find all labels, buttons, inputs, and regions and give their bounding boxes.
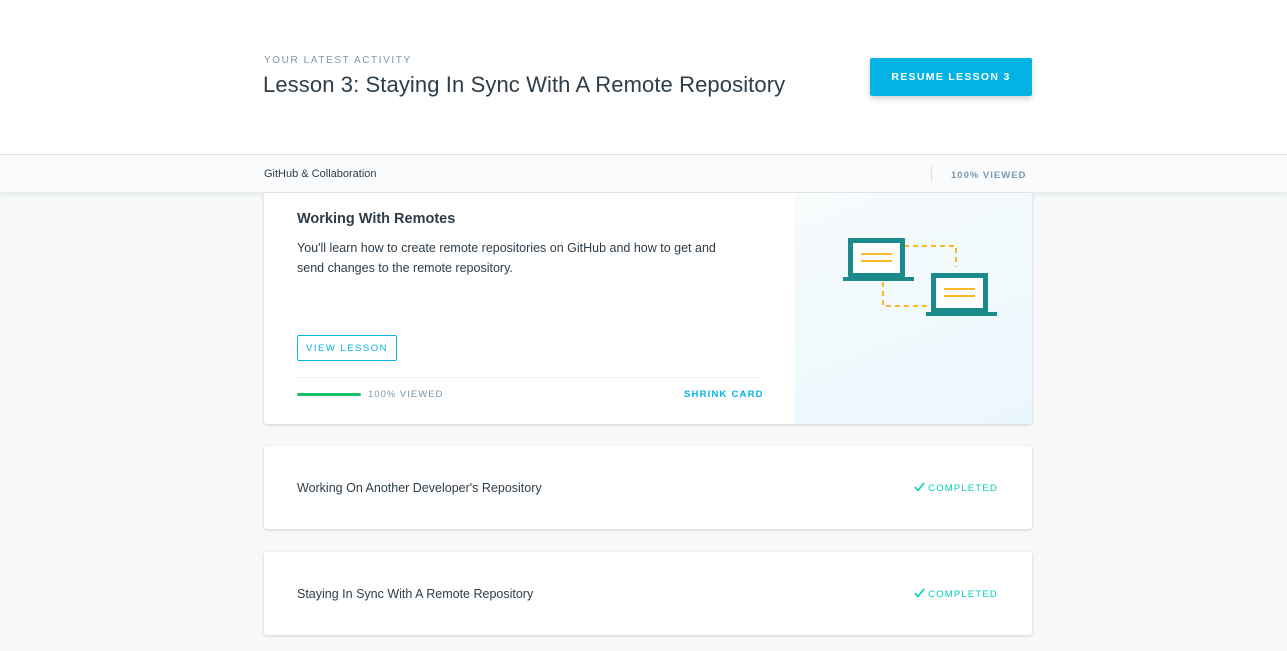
course-subbar: GitHub & Collaboration 100% Viewed <box>0 155 1287 193</box>
completed-label: Completed <box>928 589 998 600</box>
laptops-sync-icon <box>843 238 997 316</box>
view-lesson-button[interactable]: View Lesson <box>297 335 397 361</box>
lesson-card[interactable]: Working On Another Developer's Repositor… <box>264 446 1032 529</box>
check-icon <box>914 588 925 601</box>
lesson-title: Working On Another Developer's Repositor… <box>297 481 542 495</box>
completed-status: Completed <box>914 588 998 601</box>
shrink-card-link[interactable]: Shrink Card <box>684 389 764 400</box>
lesson-title: Staying In Sync With A Remote Repository <box>297 587 534 601</box>
completed-status: Completed <box>914 482 998 495</box>
completed-label: Completed <box>928 483 998 494</box>
latest-lesson-title: Lesson 3: Staying In Sync With A Remote … <box>263 72 786 97</box>
subbar-divider <box>931 166 932 181</box>
card-divider <box>297 377 761 378</box>
lesson-description: You'll learn how to create remote reposi… <box>297 241 716 275</box>
course-title: GitHub & Collaboration <box>264 168 377 180</box>
lesson-illustration-panel <box>795 193 1032 424</box>
lesson-progress-fill <box>297 393 361 396</box>
check-icon <box>914 482 925 495</box>
resume-lesson-button[interactable]: Resume Lesson 3 <box>870 58 1032 96</box>
lesson-title: Working With Remotes <box>297 211 456 227</box>
lesson-progress-bar <box>297 393 361 396</box>
lesson-progress-label: 100% Viewed <box>368 389 444 400</box>
lesson-card[interactable]: Staying In Sync With A Remote Repository… <box>264 552 1032 635</box>
course-progress-label: 100% Viewed <box>951 170 1027 181</box>
latest-activity-eyebrow: Your Latest Activity <box>264 55 412 66</box>
lesson-card-expanded: Working With Remotes You'll learn how to… <box>264 193 1032 424</box>
latest-activity-header: Your Latest Activity Lesson 3: Staying I… <box>0 0 1287 155</box>
